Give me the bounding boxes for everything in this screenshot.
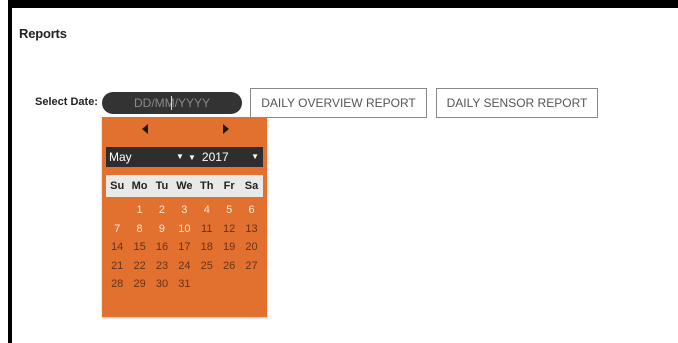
day-cell[interactable]: 14	[106, 238, 128, 257]
day-blank	[106, 201, 128, 220]
day-cell[interactable]: 26	[218, 257, 240, 276]
weekday-label: Th	[200, 180, 214, 192]
day-cell[interactable]: 12	[218, 220, 240, 239]
day-cell[interactable]: 5	[218, 201, 240, 220]
daily-overview-report-button[interactable]: DAILY OVERVIEW REPORT	[250, 88, 427, 118]
day-cell[interactable]: 30	[151, 275, 173, 294]
next-month-button[interactable]	[221, 123, 231, 135]
day-cell[interactable]: 9	[151, 220, 173, 239]
window-top-border	[8, 0, 678, 8]
day-cell[interactable]: 13	[240, 220, 262, 239]
day-cell[interactable]: 10	[173, 220, 195, 239]
day-cell[interactable]: 2	[151, 201, 173, 220]
date-input[interactable]	[102, 92, 242, 114]
triangle-right-icon	[223, 124, 229, 134]
day-cell[interactable]: 7	[106, 220, 128, 239]
days-grid: 1 2 3 4 5 6 7 8 9 10 11 12 13 14 15 16 17 18 19 20 21 22 23 24 2…	[106, 201, 263, 294]
day-cell[interactable]: 24	[173, 257, 195, 276]
day-cell[interactable]: 8	[128, 220, 150, 239]
day-cell[interactable]: 29	[128, 275, 150, 294]
year-caret-icon: ▼	[251, 152, 259, 161]
triangle-left-icon	[142, 124, 148, 134]
day-cell[interactable]: 3	[173, 201, 195, 220]
weekday-label: Fr	[223, 180, 235, 192]
day-cell[interactable]: 17	[173, 238, 195, 257]
day-cell[interactable]: 1	[128, 201, 150, 220]
day-cell[interactable]: 21	[106, 257, 128, 276]
weekday-label: Sa	[244, 180, 259, 192]
window-left-border	[8, 0, 12, 343]
weekday-label: Mo	[131, 180, 148, 192]
year-value: 2017	[201, 150, 229, 164]
select-date-label: Select Date:	[35, 96, 98, 108]
weekday-label: Tu	[155, 180, 169, 192]
weekday-header: Su Mo Tu We Th Fr Sa	[106, 175, 263, 197]
day-cell[interactable]: 23	[151, 257, 173, 276]
text-cursor	[171, 96, 172, 110]
month-caret-icon: ▼	[176, 152, 184, 161]
day-cell[interactable]: 18	[196, 238, 218, 257]
year-left-caret-icon: ▼	[188, 152, 196, 162]
daily-sensor-report-button[interactable]: DAILY SENSOR REPORT	[436, 88, 598, 118]
day-cell[interactable]: 15	[128, 238, 150, 257]
day-cell[interactable]: 20	[240, 238, 262, 257]
weekday-label: We	[176, 180, 193, 192]
weekday-label: Su	[110, 180, 125, 192]
year-select[interactable]: ▼ 2017 ▼	[188, 147, 263, 167]
day-cell[interactable]: 4	[196, 201, 218, 220]
day-cell[interactable]: 19	[218, 238, 240, 257]
day-cell[interactable]: 22	[128, 257, 150, 276]
datepicker-popup: May ▼ ▼ 2017 ▼ Su Mo Tu We Th Fr Sa 1234…	[102, 117, 267, 317]
day-cell[interactable]: 6	[240, 201, 262, 220]
day-cell[interactable]: 11	[196, 220, 218, 239]
month-select[interactable]: May ▼	[106, 147, 188, 167]
prev-month-button[interactable]	[140, 123, 150, 135]
day-cell[interactable]: 16	[151, 238, 173, 257]
month-value: May	[109, 150, 132, 164]
day-cell[interactable]: 27	[240, 257, 262, 276]
page-title: Reports	[19, 26, 67, 41]
day-cell[interactable]: 31	[173, 275, 195, 294]
day-cell[interactable]: 28	[106, 275, 128, 294]
day-cell[interactable]: 25	[196, 257, 218, 276]
